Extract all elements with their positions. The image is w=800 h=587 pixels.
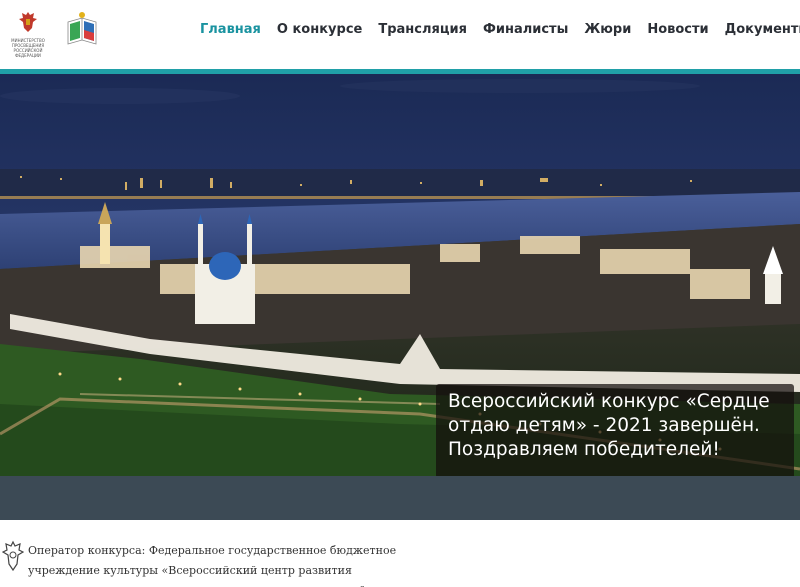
nav-item-news[interactable]: Новости [639,20,716,40]
hero-slider[interactable]: Всероссийский конкурс «Сердце отдаю детя… [0,74,800,476]
operator-info: Оператор конкурса: Федеральное государст… [0,536,800,587]
main-nav: Главная О конкурсе Трансляция Финалисты … [200,20,800,40]
hero-bottom-band [0,476,800,520]
ministry-logo[interactable]: МИНИСТЕРСТВО ПРОСВЕЩЕНИЯ РОССИЙСКОЙ ФЕДЕ… [4,10,52,58]
nav-item-jury[interactable]: Жюри [576,20,639,40]
nav-item-documents[interactable]: Документы [717,20,800,40]
nav-item-home[interactable]: Главная [200,20,269,40]
eagle-emblem-icon [2,540,24,572]
nav-item-about[interactable]: О конкурсе [269,20,370,40]
open-book-flag-icon [67,12,97,45]
ministry-logo-text: МИНИСТЕРСТВО ПРОСВЕЩЕНИЯ РОССИЙСКОЙ ФЕДЕ… [11,38,45,58]
double-headed-eagle-icon [19,12,37,32]
hero-caption[interactable]: Всероссийский конкурс «Сердце отдаю детя… [436,384,794,476]
union-logo[interactable] [64,10,100,50]
site-header: МИНИСТЕРСТВО ПРОСВЕЩЕНИЯ РОССИЙСКОЙ ФЕДЕ… [0,0,800,70]
operator-text: Оператор конкурса: Федеральное государст… [28,544,397,587]
nav-item-finalists[interactable]: Финалисты [475,20,576,40]
hero-caption-text: Всероссийский конкурс «Сердце отдаю детя… [448,391,770,460]
nav-item-broadcast[interactable]: Трансляция [370,20,475,40]
